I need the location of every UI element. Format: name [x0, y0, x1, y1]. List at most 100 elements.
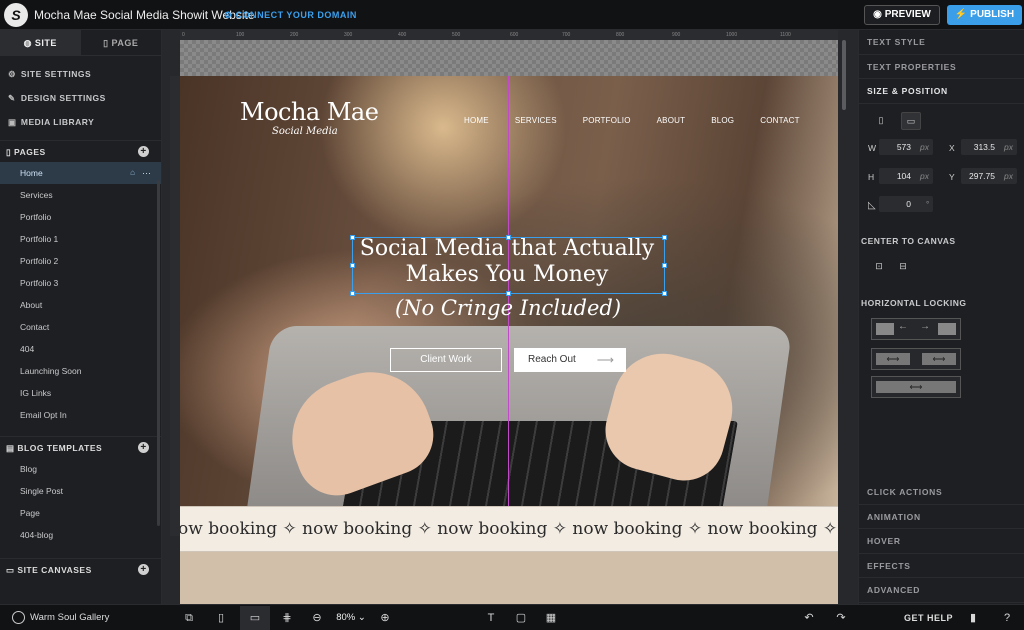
lock-full-width-option[interactable]: ⟷ — [871, 376, 961, 398]
more-options-icon[interactable]: ··· — [142, 162, 151, 184]
size-position-section[interactable]: SIZE & POSITION — [859, 79, 1024, 104]
ruler-tick: 700 — [562, 32, 571, 38]
site-nav-blog[interactable]: BLOG — [711, 116, 734, 125]
hover-section[interactable]: HOVER — [859, 529, 1024, 554]
account-menu[interactable]: Warm Soul Gallery — [12, 611, 109, 624]
add-text-icon[interactable]: T — [482, 610, 500, 626]
page-item-label: Portfolio 2 — [20, 256, 59, 266]
resize-handle[interactable] — [350, 263, 355, 268]
page-item-home[interactable]: Home ⌂ ··· — [0, 162, 161, 184]
preview-button[interactable]: ◉ PREVIEW — [864, 5, 940, 25]
media-library-item[interactable]: ▣ MEDIA LIBRARY — [0, 110, 161, 134]
page-item-about[interactable]: About — [0, 294, 161, 316]
resize-handle[interactable] — [506, 235, 511, 240]
mobile-view-icon[interactable]: ▯ — [871, 112, 891, 130]
page-item-portfolio[interactable]: Portfolio — [0, 206, 161, 228]
desktop-view-icon[interactable]: ▭ — [901, 112, 921, 130]
site-nav-about[interactable]: ABOUT — [657, 116, 686, 125]
add-canvas-icon[interactable]: + — [138, 564, 149, 575]
page-item-contact[interactable]: Contact — [0, 316, 161, 338]
rotation-field[interactable]: 0 ° — [879, 196, 933, 212]
page-item-label: Services — [20, 190, 53, 200]
publish-button[interactable]: ⚡ PUBLISH — [947, 5, 1022, 25]
hero-section[interactable]: Mocha Mae Social Media HOME SERVICES POR… — [180, 76, 838, 506]
site-brand-logo[interactable]: Mocha Mae — [240, 98, 379, 126]
x-field[interactable]: 313.5 px — [961, 139, 1017, 155]
tab-site[interactable]: ◍ SITE — [0, 30, 81, 55]
redo-icon[interactable]: ↷ — [832, 610, 850, 626]
height-field[interactable]: 104 px — [879, 168, 933, 184]
height-value: 104 — [896, 171, 911, 181]
y-field[interactable]: 297.75 px — [961, 168, 1017, 184]
hero-subheadline[interactable]: (No Cringe Included) — [350, 296, 666, 320]
canvas-scrollbar[interactable] — [842, 40, 846, 110]
resize-handle[interactable] — [662, 235, 667, 240]
now-booking-marquee[interactable]: ow booking ✧ now booking ✧ now booking ✧… — [180, 506, 838, 552]
reach-out-button[interactable]: Reach Out ⟶ — [514, 348, 626, 372]
zoom-select[interactable]: 80% ⌄ — [330, 610, 372, 626]
undo-icon[interactable]: ↶ — [800, 610, 818, 626]
page-item-ig-links[interactable]: IG Links — [0, 382, 161, 404]
site-settings-item[interactable]: ⚙ SITE SETTINGS — [0, 62, 161, 86]
effects-section[interactable]: EFFECTS — [859, 554, 1024, 578]
site-brand-subtitle[interactable]: Social Media — [272, 126, 338, 137]
lock-stretch-option[interactable]: ⟷ ⟷ — [871, 348, 961, 370]
add-blog-template-icon[interactable]: + — [138, 442, 149, 453]
text-style-section[interactable]: TEXT STYLE — [859, 30, 1024, 55]
site-nav-portfolio[interactable]: PORTFOLIO — [583, 116, 631, 125]
page-item-email-opt-in[interactable]: Email Opt In — [0, 404, 161, 426]
resize-handle[interactable] — [350, 235, 355, 240]
tab-page[interactable]: ▯ PAGE — [81, 30, 162, 55]
zoom-in-icon[interactable]: ⊕ — [376, 610, 394, 626]
design-settings-item[interactable]: ✎ DESIGN SETTINGS — [0, 86, 161, 110]
site-nav-home[interactable]: HOME — [464, 116, 489, 125]
site-canvases-label: SITE CANVASES — [17, 565, 92, 575]
center-vertical-icon[interactable]: ⊟ — [893, 258, 913, 276]
advanced-section[interactable]: ADVANCED — [859, 578, 1024, 603]
site-nav-services[interactable]: SERVICES — [515, 116, 557, 125]
animation-section[interactable]: ANIMATION — [859, 505, 1024, 529]
help-icon[interactable]: ? — [998, 610, 1016, 626]
next-section[interactable] — [180, 552, 838, 604]
site-nav-contact[interactable]: CONTACT — [760, 116, 799, 125]
page-item-launching-soon[interactable]: Launching Soon — [0, 360, 161, 382]
multi-device-icon[interactable]: ⧉ — [180, 610, 198, 626]
page-item-404[interactable]: 404 — [0, 338, 161, 360]
book-icon[interactable]: ▮ — [964, 610, 982, 626]
mobile-view-icon[interactable]: ▯ — [212, 610, 230, 626]
lock-left-right-option[interactable]: ← → — [871, 318, 961, 340]
desktop-view-icon[interactable]: ▭ — [240, 606, 270, 630]
page-item-services[interactable]: Services — [0, 184, 161, 206]
connect-domain-link[interactable]: ⚙ CONNECT YOUR DOMAIN — [224, 10, 357, 21]
site-canvases-header[interactable]: ▭ SITE CANVASES + — [0, 558, 161, 580]
zoom-out-icon[interactable]: ⊖ — [308, 610, 326, 626]
left-scrollbar[interactable] — [157, 180, 160, 526]
page-item-portfolio-1[interactable]: Portfolio 1 — [0, 228, 161, 250]
add-shape-icon[interactable]: ▢ — [512, 610, 530, 626]
center-horizontal-icon[interactable]: ⊡ — [869, 258, 889, 276]
page-item-portfolio-2[interactable]: Portfolio 2 — [0, 250, 161, 272]
add-page-icon[interactable]: + — [138, 146, 149, 157]
grid-icon[interactable]: ⋕ — [278, 610, 296, 626]
selection-box[interactable] — [350, 235, 667, 296]
click-actions-section[interactable]: CLICK ACTIONS — [859, 480, 1024, 505]
unit-label: px — [920, 171, 929, 181]
resize-handle[interactable] — [662, 263, 667, 268]
site-nav: ⚙ SITE SETTINGS ✎ DESIGN SETTINGS ▣ MEDI… — [0, 56, 161, 134]
client-work-button[interactable]: Client Work — [390, 348, 502, 372]
pages-header[interactable]: ▯ PAGES + — [0, 140, 161, 162]
blog-item-blog[interactable]: Blog — [0, 458, 161, 480]
blog-item-page[interactable]: Page — [0, 502, 161, 524]
site-title: Mocha Mae Social Media Showit Website — [34, 8, 255, 22]
blog-item-single-post[interactable]: Single Post — [0, 480, 161, 502]
x-label: X — [949, 143, 955, 153]
blog-item-404-blog[interactable]: 404-blog — [0, 524, 161, 546]
block-shape — [938, 323, 956, 335]
page-item-portfolio-3[interactable]: Portfolio 3 — [0, 272, 161, 294]
text-properties-section[interactable]: TEXT PROPERTIES — [859, 55, 1024, 79]
showit-logo-icon[interactable]: S — [4, 3, 28, 27]
get-help-link[interactable]: GET HELP — [904, 613, 953, 623]
add-image-icon[interactable]: ▦ — [542, 610, 560, 626]
blog-templates-header[interactable]: ▤ BLOG TEMPLATES + — [0, 436, 161, 458]
width-field[interactable]: 573 px — [879, 139, 933, 155]
